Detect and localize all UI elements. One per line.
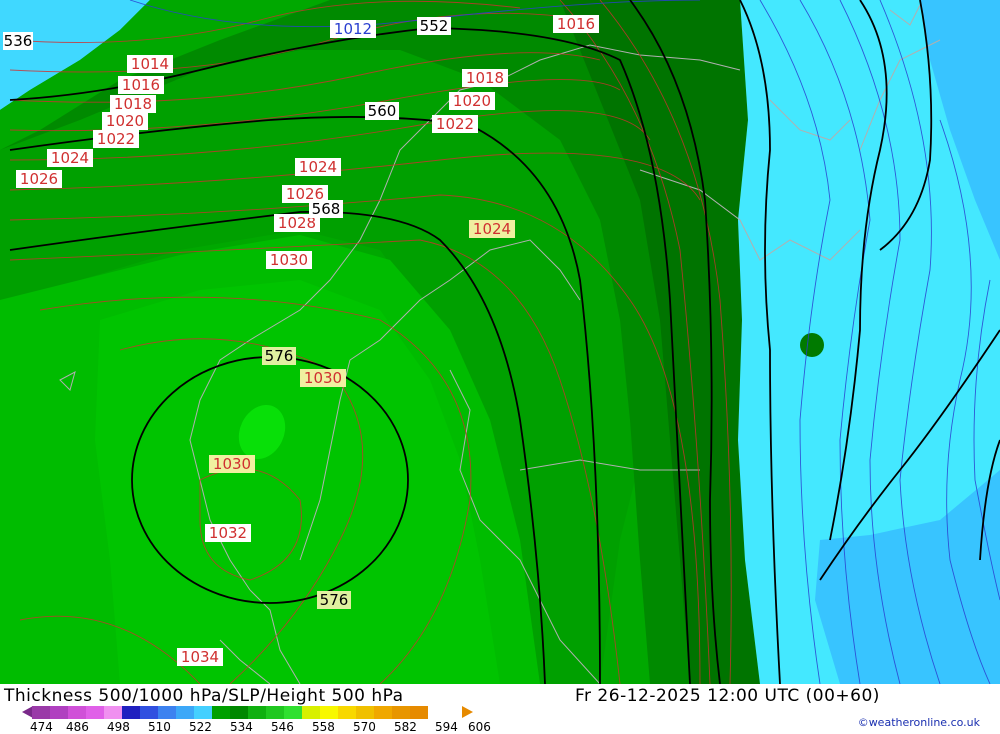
colorbar-swatch (140, 706, 158, 719)
svg-text:560: 560 (368, 102, 397, 120)
colorbar-tick: 558 (312, 720, 335, 734)
height-label: 568 (309, 200, 343, 218)
slp-label: 1030 (266, 251, 312, 269)
svg-text:1024: 1024 (51, 149, 89, 167)
colorbar-swatch (32, 706, 50, 719)
svg-text:1022: 1022 (97, 130, 135, 148)
slp-label: 1026 (16, 170, 62, 188)
colorbar (32, 706, 428, 719)
colorbar-swatch (86, 706, 104, 719)
colorbar-ticks: 474 486 498 510 522 534 546 558 570 582 … (30, 720, 510, 734)
colorbar-swatch (68, 706, 86, 719)
colorbar-swatch (212, 706, 230, 719)
colorbar-swatch (230, 706, 248, 719)
slp-label: 1024 (469, 220, 515, 238)
svg-text:1032: 1032 (209, 524, 247, 542)
colorbar-tick: 594 (435, 720, 458, 734)
colorbar-swatch (176, 706, 194, 719)
colorbar-swatch (194, 706, 212, 719)
svg-text:1022: 1022 (436, 115, 474, 133)
slp-label: 1016 (118, 76, 164, 94)
slp-label: 1024 (47, 149, 93, 167)
colorbar-swatch (320, 706, 338, 719)
colorbar-tick: 534 (230, 720, 253, 734)
svg-text:1016: 1016 (557, 15, 595, 33)
colorbar-tick: 510 (148, 720, 171, 734)
svg-text:1016: 1016 (122, 76, 160, 94)
svg-text:1030: 1030 (213, 455, 251, 473)
svg-text:576: 576 (265, 347, 294, 365)
colorbar-tick: 486 (66, 720, 89, 734)
colorbar-tick: 546 (271, 720, 294, 734)
height-label: 552 (417, 17, 451, 35)
slp-label: 1018 (462, 69, 508, 87)
slp-label: 1012 (330, 20, 376, 38)
colorbar-swatch (266, 706, 284, 719)
slp-label: 1020 (449, 92, 495, 110)
svg-text:536: 536 (4, 32, 33, 50)
svg-text:1018: 1018 (466, 69, 504, 87)
slp-label: 1032 (205, 524, 251, 542)
colorbar-swatch (158, 706, 176, 719)
height-label: 536 (3, 32, 33, 50)
colorbar-swatch (374, 706, 392, 719)
colorbar-swatch (50, 706, 68, 719)
svg-text:1030: 1030 (304, 369, 342, 387)
colorbar-swatch (302, 706, 320, 719)
height-label: 560 (365, 102, 399, 120)
slp-label: 1024 (295, 158, 341, 176)
colorbar-swatch (284, 706, 302, 719)
colorbar-tick: 522 (189, 720, 212, 734)
slp-label: 1016 (553, 15, 599, 33)
forecast-time: Fr 26-12-2025 12:00 UTC (00+60) (575, 686, 880, 706)
slp-label: 1014 (127, 55, 173, 73)
colorbar-swatch (104, 706, 122, 719)
svg-text:568: 568 (312, 200, 341, 218)
colorbar-swatch (356, 706, 374, 719)
credit-link[interactable]: ©weatheronline.co.uk (858, 716, 980, 729)
colorbar-tick: 498 (107, 720, 130, 734)
slp-label: 1030 (300, 369, 346, 387)
svg-text:1024: 1024 (473, 220, 511, 238)
colorbar-right-arrow (462, 706, 473, 718)
svg-text:1014: 1014 (131, 55, 169, 73)
svg-text:1026: 1026 (20, 170, 58, 188)
colorbar-swatch (392, 706, 410, 719)
slp-label: 1034 (177, 648, 223, 666)
svg-text:1034: 1034 (181, 648, 219, 666)
weather-map: 1012 1014 1016 1016 1018 1018 1020 1020 … (0, 0, 1000, 684)
colorbar-tick: 570 (353, 720, 376, 734)
svg-text:1012: 1012 (334, 20, 372, 38)
svg-text:552: 552 (420, 17, 449, 35)
colorbar-tick: 606 (468, 720, 491, 734)
slp-label: 1020 (102, 112, 148, 130)
svg-text:1020: 1020 (453, 92, 491, 110)
slp-label: 1030 (209, 455, 255, 473)
slp-label: 1018 (110, 95, 156, 113)
colorbar-swatch (248, 706, 266, 719)
colorbar-tick: 474 (30, 720, 53, 734)
colorbar-tick: 582 (394, 720, 417, 734)
colorbar-swatch (410, 706, 428, 719)
slp-label: 1022 (432, 115, 478, 133)
map-title: Thickness 500/1000 hPa/SLP/Height 500 hP… (4, 686, 404, 706)
thickness-green-dot-east (800, 333, 824, 357)
colorbar-swatch (122, 706, 140, 719)
svg-text:1018: 1018 (114, 95, 152, 113)
svg-text:1030: 1030 (270, 251, 308, 269)
height-label: 576 (262, 347, 296, 365)
svg-text:1020: 1020 (106, 112, 144, 130)
height-label: 576 (317, 591, 351, 609)
svg-text:576: 576 (320, 591, 349, 609)
colorbar-swatch (338, 706, 356, 719)
svg-text:1024: 1024 (299, 158, 337, 176)
slp-label: 1022 (93, 130, 139, 148)
